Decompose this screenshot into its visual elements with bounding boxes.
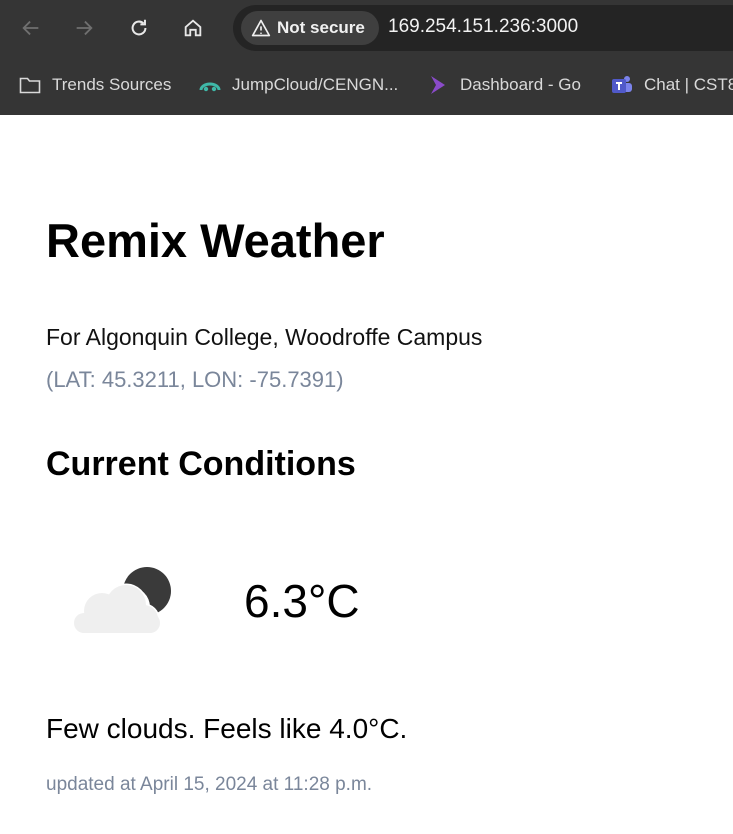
- temperature: 6.3°C: [244, 575, 360, 627]
- folder-icon: [19, 77, 41, 94]
- bookmark-dashboard[interactable]: Dashboard - Go: [426, 70, 581, 100]
- dashboard-icon: [431, 76, 445, 94]
- bookmark-label: Trends Sources: [52, 75, 172, 94]
- few-clouds-night-icon: [72, 567, 171, 635]
- url-text[interactable]: 169.254.151.236:3000: [388, 16, 578, 38]
- reload-icon: [131, 19, 147, 36]
- bookmarks-bar: Trends Sources JumpCloud/CENGN... Dashbo…: [0, 55, 733, 115]
- browser-toolbar: Not secure 169.254.151.236:3000: [0, 0, 733, 55]
- warning-icon: [251, 19, 271, 37]
- conditions-summary: Few clouds. Feels like 4.0°C.: [46, 713, 408, 744]
- forward-arrow-icon: [76, 20, 93, 36]
- security-chip[interactable]: Not secure: [241, 11, 379, 45]
- home-button[interactable]: [175, 10, 211, 46]
- bookmark-label: Chat | CST8: [644, 75, 733, 94]
- bookmark-jumpcloud[interactable]: JumpCloud/CENGN...: [198, 70, 398, 100]
- security-label: Not secure: [277, 18, 365, 37]
- forward-button[interactable]: [66, 10, 102, 46]
- back-arrow-icon: [22, 20, 39, 36]
- reload-button[interactable]: [121, 10, 157, 46]
- bookmark-chat[interactable]: Chat | CST8: [610, 70, 733, 100]
- coordinates-text: (LAT: 45.3211, LON: -75.7391): [46, 367, 344, 392]
- updated-timestamp: updated at April 15, 2024 at 11:28 p.m.: [46, 774, 373, 795]
- bookmark-trends-sources[interactable]: Trends Sources: [18, 70, 171, 100]
- home-icon: [184, 19, 202, 37]
- back-button[interactable]: [13, 10, 49, 46]
- bookmark-label: JumpCloud/CENGN...: [232, 75, 399, 94]
- page-title: Remix Weather: [46, 214, 385, 267]
- location-text: For Algonquin College, Woodroffe Campus: [46, 324, 483, 350]
- bookmark-label: Dashboard - Go: [460, 75, 581, 94]
- section-title: Current Conditions: [46, 445, 356, 483]
- jumpcloud-icon: [199, 82, 221, 92]
- teams-icon: [612, 76, 632, 93]
- address-bar[interactable]: Not secure 169.254.151.236:3000: [233, 5, 733, 51]
